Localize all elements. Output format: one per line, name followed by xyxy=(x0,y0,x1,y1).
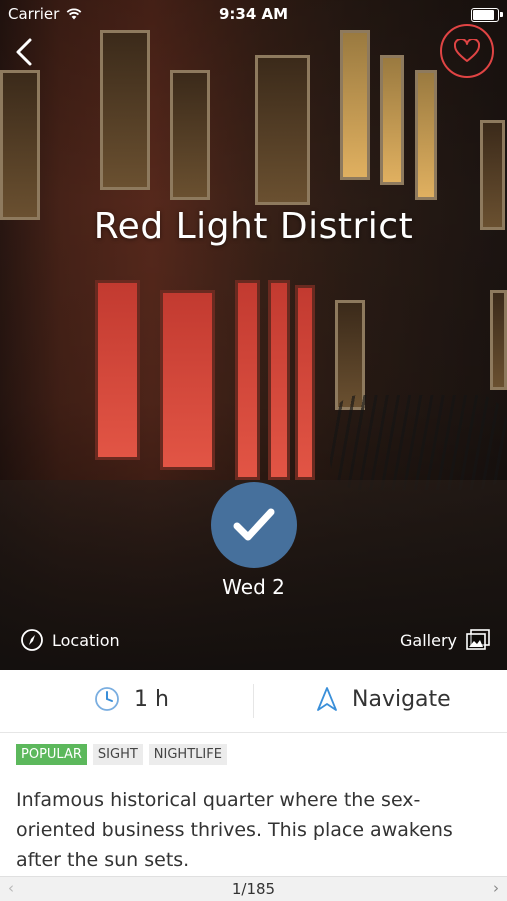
pager: ‹ 1/185 › xyxy=(0,876,507,901)
page-indicator: 1/185 xyxy=(231,880,276,898)
duration: 1 h xyxy=(94,686,169,712)
check-icon xyxy=(233,508,275,541)
tag-nightlife[interactable]: NIGHTLIFE xyxy=(148,744,227,765)
hero-image xyxy=(0,0,507,670)
tag-list: POPULAR SIGHT NIGHTLIFE xyxy=(16,744,227,765)
bicycles xyxy=(330,395,507,490)
gallery-label: Gallery xyxy=(400,630,457,650)
tag-sight[interactable]: SIGHT xyxy=(92,744,143,765)
tag-popular[interactable]: POPULAR xyxy=(16,744,87,765)
visit-date-label: Wed 2 xyxy=(222,575,285,599)
heart-icon xyxy=(454,39,480,62)
navigate-button[interactable]: Navigate xyxy=(316,686,451,712)
navigate-arrow-icon xyxy=(317,687,337,711)
duration-value: 1 h xyxy=(134,686,169,712)
favorite-button[interactable] xyxy=(440,24,494,78)
place-description: Infamous historical quarter where the se… xyxy=(16,789,453,871)
location-link[interactable]: Location xyxy=(20,627,120,653)
visited-check-button[interactable] xyxy=(211,482,297,568)
clock: 9:34 AM xyxy=(218,5,289,23)
location-label: Location xyxy=(52,630,120,650)
status-bar: Carrier 9:34 AM xyxy=(0,0,507,28)
place-title: Red Light District xyxy=(93,206,414,247)
back-icon xyxy=(16,38,32,66)
divider xyxy=(253,684,254,718)
clock-icon xyxy=(95,687,119,711)
battery-icon xyxy=(471,8,503,22)
battery-level xyxy=(473,10,494,20)
info-row: 1 h Navigate xyxy=(0,670,507,733)
gallery-link[interactable]: Gallery xyxy=(400,627,491,653)
back-button[interactable] xyxy=(10,34,42,70)
gallery-icon xyxy=(466,629,490,650)
navigate-label: Navigate xyxy=(352,686,451,712)
compass-icon xyxy=(21,629,43,651)
next-page-button[interactable]: › xyxy=(493,879,499,897)
